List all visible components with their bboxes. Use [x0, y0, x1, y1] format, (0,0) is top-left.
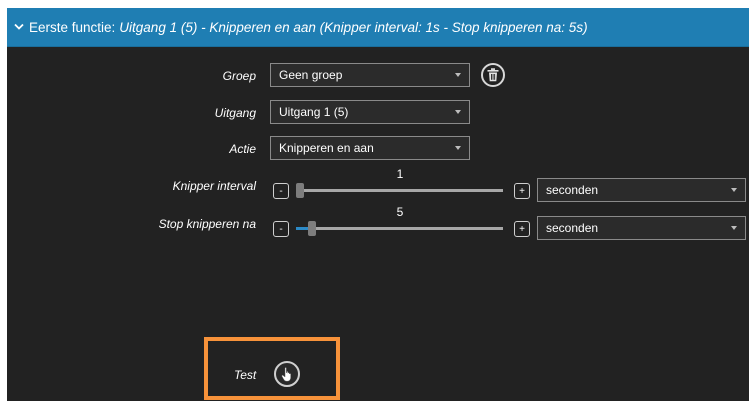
knipper-interval-label: Knipper interval — [172, 179, 256, 193]
stop-knipperen-label: Stop knipperen na — [158, 217, 256, 231]
stop-knipperen-unit-value: seconden — [546, 221, 599, 235]
chevron-down-icon[interactable] — [14, 21, 26, 33]
uitgang-label: Uitgang — [214, 106, 256, 120]
chevron-down-icon — [731, 226, 737, 230]
actie-select-value: Knipperen en aan — [279, 141, 374, 155]
groep-label: Groep — [222, 69, 256, 83]
stop-knipperen-decrement-button[interactable]: - — [273, 221, 289, 237]
knipper-interval-slider-track[interactable] — [296, 189, 503, 192]
delete-group-button[interactable] — [481, 63, 505, 87]
uitgang-select[interactable]: Uitgang 1 (5) — [270, 100, 470, 124]
stop-knipperen-slider-track[interactable] — [296, 227, 503, 230]
knipper-interval-unit-value: seconden — [546, 183, 599, 197]
test-highlight-box — [204, 337, 340, 400]
knipper-interval-value: 1 — [396, 167, 404, 181]
chevron-down-icon — [731, 188, 737, 192]
trash-icon — [487, 68, 499, 82]
knipper-interval-unit-select[interactable]: seconden — [537, 178, 746, 202]
knipper-interval-increment-button[interactable]: + — [514, 183, 530, 199]
stop-knipperen-value: 5 — [396, 205, 404, 219]
function-header[interactable]: Eerste functie: Uitgang 1 (5) - Knippere… — [7, 8, 749, 47]
chevron-down-icon — [455, 110, 461, 114]
stop-knipperen-slider-thumb[interactable] — [307, 221, 316, 236]
knipper-interval-decrement-button[interactable]: - — [273, 183, 289, 199]
actie-label: Actie — [229, 142, 256, 156]
actie-select[interactable]: Knipperen en aan — [270, 136, 470, 160]
groep-select-value: Geen groep — [279, 68, 343, 82]
stop-knipperen-unit-select[interactable]: seconden — [537, 216, 746, 240]
stop-knipperen-increment-button[interactable]: + — [514, 221, 530, 237]
chevron-down-icon — [455, 146, 461, 150]
chevron-down-icon — [455, 73, 461, 77]
groep-select[interactable]: Geen groep — [270, 63, 470, 87]
function-panel: Eerste functie: Uitgang 1 (5) - Knippere… — [7, 8, 749, 401]
knipper-interval-slider-thumb[interactable] — [296, 183, 304, 198]
header-detail: Uitgang 1 (5) - Knipperen en aan (Knippe… — [119, 19, 588, 35]
header-prefix: Eerste functie: — [29, 19, 116, 35]
stop-knipperen-slider-fill — [296, 227, 309, 230]
uitgang-select-value: Uitgang 1 (5) — [279, 105, 349, 119]
